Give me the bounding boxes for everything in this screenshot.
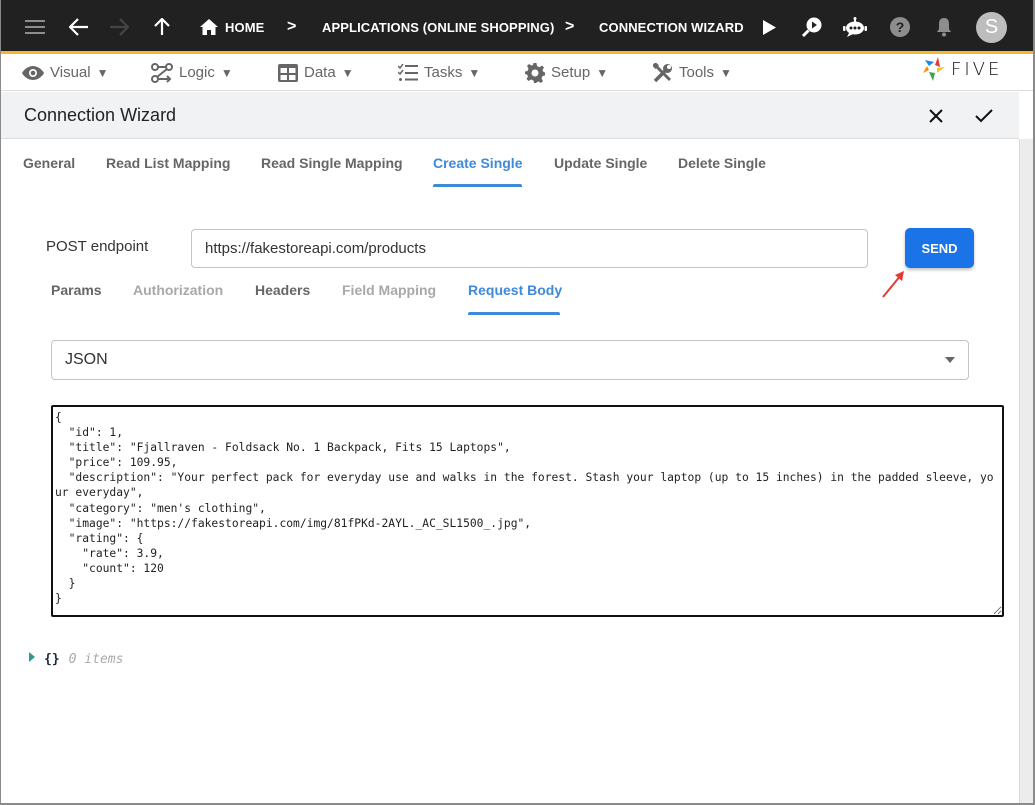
gear-icon [525, 62, 545, 83]
five-logo: FIVE [923, 57, 1002, 81]
post-endpoint-input[interactable] [191, 229, 868, 268]
dropdown-caret-icon [945, 357, 955, 363]
caret-down-icon: ▼ [720, 65, 732, 80]
breadcrumb-separator: > [565, 18, 575, 35]
form-title-bar: Connection Wizard [1, 92, 1019, 139]
active-tab-indicator [433, 184, 522, 187]
main-menu-bar: Visual ▼ Logic ▼ Data ▼ Tasks ▼ Setup ▼ … [1, 54, 1033, 91]
caret-down-icon: ▼ [96, 65, 109, 80]
subtab-authorization[interactable]: Authorization [133, 282, 223, 302]
menu-tools-label: Tools [679, 64, 715, 81]
caret-down-icon: ▼ [468, 65, 481, 80]
bell-icon[interactable] [934, 0, 954, 54]
response-json-viewer[interactable]: {} 0 items [29, 651, 124, 667]
body-type-selected-value: JSON [65, 351, 108, 368]
menu-logic-label: Logic [179, 64, 215, 81]
svg-text:?: ? [896, 19, 905, 35]
tab-read-list-mapping[interactable]: Read List Mapping [106, 140, 230, 186]
close-icon [929, 108, 943, 123]
subtab-params[interactable]: Params [51, 282, 102, 302]
home-icon[interactable] [199, 0, 219, 54]
tab-update-single[interactable]: Update Single [554, 140, 647, 186]
caret-down-icon: ▼ [220, 65, 233, 80]
help-icon[interactable]: ? [889, 0, 911, 54]
request-body-textarea[interactable] [51, 405, 1004, 617]
annotation-arrow-icon [882, 271, 904, 298]
subtab-request-body[interactable]: Request Body [468, 282, 562, 302]
tab-delete-single[interactable]: Delete Single [678, 140, 766, 186]
active-subtab-indicator [468, 312, 560, 315]
user-avatar[interactable]: S [976, 12, 1007, 43]
check-icon [975, 108, 993, 122]
app-window: HOME > APPLICATIONS (ONLINE SHOPPING) > … [0, 0, 1035, 805]
vertical-scrollbar[interactable] [1019, 139, 1033, 803]
checklist-icon [398, 63, 418, 81]
menu-setup-label: Setup [551, 64, 591, 81]
breadcrumb-applications[interactable]: APPLICATIONS (ONLINE SHOPPING) [322, 0, 554, 54]
tab-read-single-mapping[interactable]: Read Single Mapping [261, 140, 403, 186]
wizard-tabs: General Read List Mapping Read Single Ma… [1, 140, 1019, 188]
five-logo-text: FIVE [951, 58, 1003, 80]
subtab-headers[interactable]: Headers [255, 282, 310, 302]
arrow-right-icon[interactable] [107, 0, 131, 54]
caret-down-icon: ▼ [596, 65, 609, 80]
subtab-field-mapping[interactable]: Field Mapping [342, 282, 436, 302]
menu-tools[interactable]: Tools ▼ [653, 54, 732, 91]
menu-data[interactable]: Data ▼ [278, 54, 354, 91]
chatbot-icon[interactable] [843, 0, 867, 54]
menu-visual[interactable]: Visual ▼ [22, 54, 108, 91]
menu-tasks[interactable]: Tasks ▼ [398, 54, 480, 91]
hamburger-menu-icon[interactable] [23, 0, 47, 54]
menu-tasks-label: Tasks [424, 64, 463, 81]
menu-setup[interactable]: Setup ▼ [525, 54, 608, 91]
expand-triangle-icon[interactable] [29, 651, 35, 662]
top-navigation-bar: HOME > APPLICATIONS (ONLINE SHOPPING) > … [1, 0, 1033, 54]
json-item-count: 0 items [68, 652, 124, 667]
arrow-left-icon[interactable] [67, 0, 91, 54]
five-logo-icon [923, 57, 945, 81]
search-play-icon[interactable] [801, 0, 823, 54]
flow-icon [151, 62, 173, 83]
close-button[interactable] [921, 92, 951, 139]
play-icon[interactable] [761, 0, 777, 54]
tools-icon [653, 62, 672, 82]
menu-data-label: Data [304, 64, 336, 81]
table-icon [278, 63, 298, 82]
breadcrumb-home[interactable]: HOME [225, 0, 264, 54]
breadcrumb-separator: > [287, 18, 297, 35]
page-title: Connection Wizard [24, 105, 177, 125]
confirm-button[interactable] [969, 92, 999, 139]
eye-icon [22, 65, 44, 80]
tab-create-single[interactable]: Create Single [433, 140, 522, 186]
arrow-up-icon[interactable] [151, 0, 173, 54]
tab-general[interactable]: General [23, 140, 75, 186]
caret-down-icon: ▼ [341, 65, 354, 80]
breadcrumb-connection-wizard[interactable]: CONNECTION WIZARD [599, 0, 744, 54]
json-object-brace: {} [44, 652, 60, 667]
menu-logic[interactable]: Logic ▼ [151, 54, 233, 91]
post-endpoint-label: POST endpoint [46, 238, 149, 255]
send-button[interactable]: SEND [905, 228, 974, 268]
body-type-select[interactable]: JSON [51, 340, 969, 380]
menu-visual-label: Visual [50, 64, 91, 81]
